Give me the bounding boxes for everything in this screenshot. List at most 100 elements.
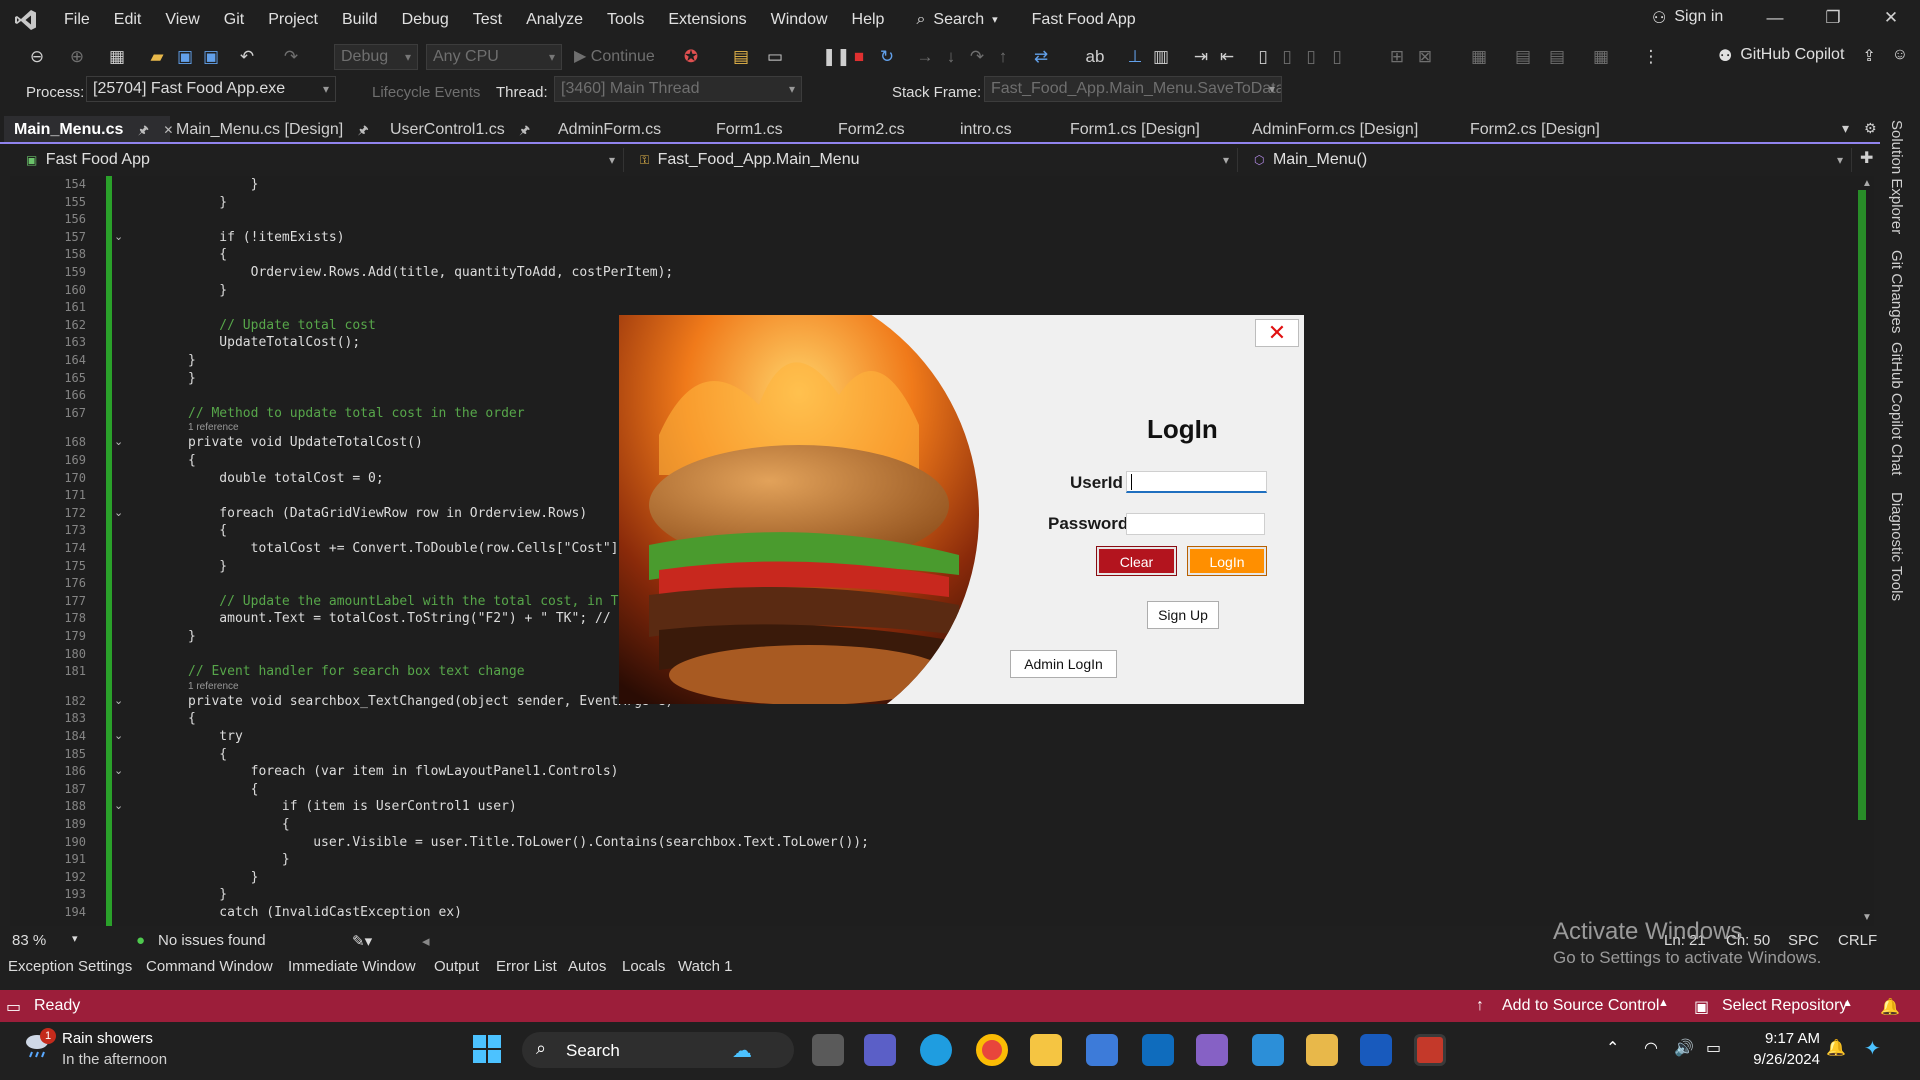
tab-main-menu-design[interactable]: Main_Menu.cs [Design] 🖈 bbox=[166, 116, 376, 144]
menu-git[interactable]: Git bbox=[212, 0, 256, 40]
code-line[interactable]: } bbox=[188, 629, 196, 644]
issues-label[interactable]: No issues found bbox=[158, 932, 266, 949]
restore-icon[interactable]: ❐ bbox=[1818, 8, 1848, 28]
code-line[interactable]: } bbox=[188, 371, 196, 386]
pause-icon[interactable]: ❚❚ bbox=[822, 46, 851, 68]
code-line[interactable]: if (!itemExists) bbox=[188, 230, 344, 245]
clear-bookmarks-icon[interactable]: ▯ bbox=[1326, 46, 1348, 68]
messages-icon[interactable]: ▤ bbox=[1546, 46, 1568, 68]
wifi-icon[interactable]: ◠ bbox=[1644, 1038, 1658, 1058]
menu-test[interactable]: Test bbox=[461, 0, 514, 40]
github-copilot-chat-tab[interactable]: GitHub Copilot Chat bbox=[1888, 342, 1905, 475]
code-line[interactable]: } bbox=[188, 177, 259, 192]
snipping-tool-icon[interactable] bbox=[1306, 1034, 1338, 1066]
file-explorer-icon[interactable] bbox=[1030, 1034, 1062, 1066]
clock-time[interactable]: 9:17 AM bbox=[1756, 1030, 1820, 1047]
tab-form1-design[interactable]: Form1.cs [Design] bbox=[1060, 116, 1250, 144]
login-button[interactable]: LogIn bbox=[1187, 546, 1267, 576]
menu-edit[interactable]: Edit bbox=[102, 0, 154, 40]
menu-debug[interactable]: Debug bbox=[390, 0, 461, 40]
code-line[interactable]: } bbox=[188, 870, 259, 885]
codelens-references[interactable]: 1 reference bbox=[188, 422, 239, 433]
search-button[interactable]: ⌕ Search ▾ bbox=[906, 5, 1007, 35]
tab-error-list[interactable]: Error List bbox=[496, 958, 557, 975]
code-line[interactable]: } bbox=[188, 353, 196, 368]
class-dropdown[interactable]: ⚿ Fast_Food_App.Main_Menu bbox=[626, 148, 1238, 172]
settings-gear-icon[interactable]: ⚙ bbox=[1864, 120, 1877, 137]
code-line[interactable]: // Update the amountLabel with the total… bbox=[188, 594, 618, 609]
spell-check-icon[interactable]: ab bbox=[1084, 46, 1106, 68]
chevron-up-icon[interactable]: ▲ bbox=[1658, 997, 1669, 1009]
add-to-source-control-button[interactable]: Add to Source Control bbox=[1502, 997, 1659, 1015]
grid-icon[interactable]: ▦ bbox=[1590, 46, 1612, 68]
tab-adminform-design[interactable]: AdminForm.cs [Design] bbox=[1242, 116, 1462, 144]
step-over-icon[interactable]: ↷ bbox=[966, 46, 988, 68]
code-line[interactable]: { bbox=[188, 747, 227, 762]
open-file-icon[interactable]: ▰ bbox=[146, 46, 168, 68]
table-icon[interactable]: ▦ bbox=[1468, 46, 1490, 68]
code-line[interactable]: } bbox=[188, 887, 227, 902]
code-line[interactable]: foreach (var item in flowLayoutPanel1.Co… bbox=[188, 764, 619, 779]
pin-icon[interactable]: 🖈 bbox=[519, 123, 530, 137]
git-changes-tab[interactable]: Git Changes bbox=[1888, 250, 1905, 333]
taskbar-search-box[interactable]: ⌕ Search ☁ bbox=[522, 1032, 794, 1068]
next-bookmark-icon[interactable]: ▯ bbox=[1300, 46, 1322, 68]
configuration-dropdown[interactable]: Debug bbox=[334, 44, 418, 70]
query-icon[interactable]: ⊠ bbox=[1414, 46, 1436, 68]
task-view-icon[interactable] bbox=[812, 1034, 844, 1066]
code-line[interactable]: private void searchbox_TextChanged(objec… bbox=[188, 694, 673, 709]
tab-form1-cs[interactable]: Form1.cs bbox=[706, 116, 832, 144]
menu-analyze[interactable]: Analyze bbox=[514, 0, 595, 40]
redo-icon[interactable]: ↷ bbox=[280, 46, 302, 68]
show-next-statement-icon[interactable]: → bbox=[914, 46, 936, 68]
sign-in-button[interactable]: ⚇ Sign in bbox=[1652, 8, 1723, 28]
step-into-icon[interactable]: ↓ bbox=[940, 46, 962, 68]
member-dropdown[interactable]: ⬡ Main_Menu() bbox=[1240, 148, 1852, 172]
code-line[interactable]: // Update total cost bbox=[188, 318, 376, 333]
scroll-up-icon[interactable]: ▲ bbox=[1862, 178, 1872, 189]
results-icon[interactable]: ▤ bbox=[1512, 46, 1534, 68]
visual-studio-taskbar-icon[interactable] bbox=[1196, 1034, 1228, 1066]
code-line[interactable]: private void UpdateTotalCost() bbox=[188, 435, 423, 450]
fold-toggle-icon[interactable]: ⌄ bbox=[114, 694, 123, 707]
select-repository-button[interactable]: Select Repository bbox=[1722, 997, 1847, 1015]
tab-main-menu-cs[interactable]: Main_Menu.cs 🖈 ✕ bbox=[4, 116, 173, 144]
solution-explorer-tab[interactable]: Solution Explorer bbox=[1888, 120, 1905, 234]
sql-icon[interactable]: ⊞ bbox=[1386, 46, 1408, 68]
code-cleanup-icon[interactable]: ✎▾ bbox=[352, 932, 372, 950]
diagnostic-tools-tab[interactable]: Diagnostic Tools bbox=[1888, 492, 1905, 601]
code-line[interactable]: { bbox=[188, 817, 290, 832]
split-editor-icon[interactable]: ✚ bbox=[1860, 148, 1873, 168]
outlook-icon[interactable] bbox=[1142, 1034, 1174, 1066]
code-line[interactable]: } bbox=[188, 195, 227, 210]
close-button[interactable]: ✕ bbox=[1255, 319, 1299, 347]
restart-icon[interactable]: ↻ bbox=[876, 46, 898, 68]
scroll-down-icon[interactable]: ▼ bbox=[1862, 912, 1872, 923]
notifications-bell-icon[interactable]: 🔔 bbox=[1880, 997, 1900, 1017]
stop-icon[interactable]: ■ bbox=[848, 46, 870, 68]
open-folder-icon[interactable]: ▤ bbox=[730, 46, 752, 68]
code-line[interactable]: { bbox=[188, 523, 227, 538]
minimize-icon[interactable]: — bbox=[1760, 8, 1790, 28]
browser-link-icon[interactable]: ▭ bbox=[764, 46, 786, 68]
tab-intro-cs[interactable]: intro.cs bbox=[950, 116, 1070, 144]
save-all-icon[interactable]: ▣ bbox=[200, 46, 222, 68]
tab-autos[interactable]: Autos bbox=[568, 958, 606, 975]
save-icon[interactable]: ▣ bbox=[174, 46, 196, 68]
menu-extensions[interactable]: Extensions bbox=[656, 0, 758, 40]
pin-icon[interactable]: 🖈 bbox=[138, 123, 149, 137]
tab-usercontrol1-cs[interactable]: UserControl1.cs 🖈 bbox=[380, 116, 550, 144]
menu-view[interactable]: View bbox=[153, 0, 211, 40]
tab-output[interactable]: Output bbox=[434, 958, 479, 975]
code-line[interactable]: catch (InvalidCastException ex) bbox=[188, 905, 462, 920]
tab-adminform-cs[interactable]: AdminForm.cs bbox=[548, 116, 708, 144]
weather-title[interactable]: Rain showers bbox=[62, 1030, 153, 1047]
edge-icon[interactable] bbox=[920, 1034, 952, 1066]
fast-food-app-taskbar-icon[interactable] bbox=[1414, 1034, 1446, 1066]
code-line[interactable]: } bbox=[188, 559, 227, 574]
chevron-up-icon[interactable]: ▲ bbox=[1842, 997, 1853, 1009]
code-line[interactable]: Orderview.Rows.Add(title, quantityToAdd,… bbox=[188, 265, 674, 280]
undo-icon[interactable]: ↶ bbox=[236, 46, 258, 68]
code-line[interactable]: // Event handler for search box text cha… bbox=[188, 664, 525, 679]
process-dropdown[interactable]: [25704] Fast Food App.exe bbox=[86, 76, 336, 102]
